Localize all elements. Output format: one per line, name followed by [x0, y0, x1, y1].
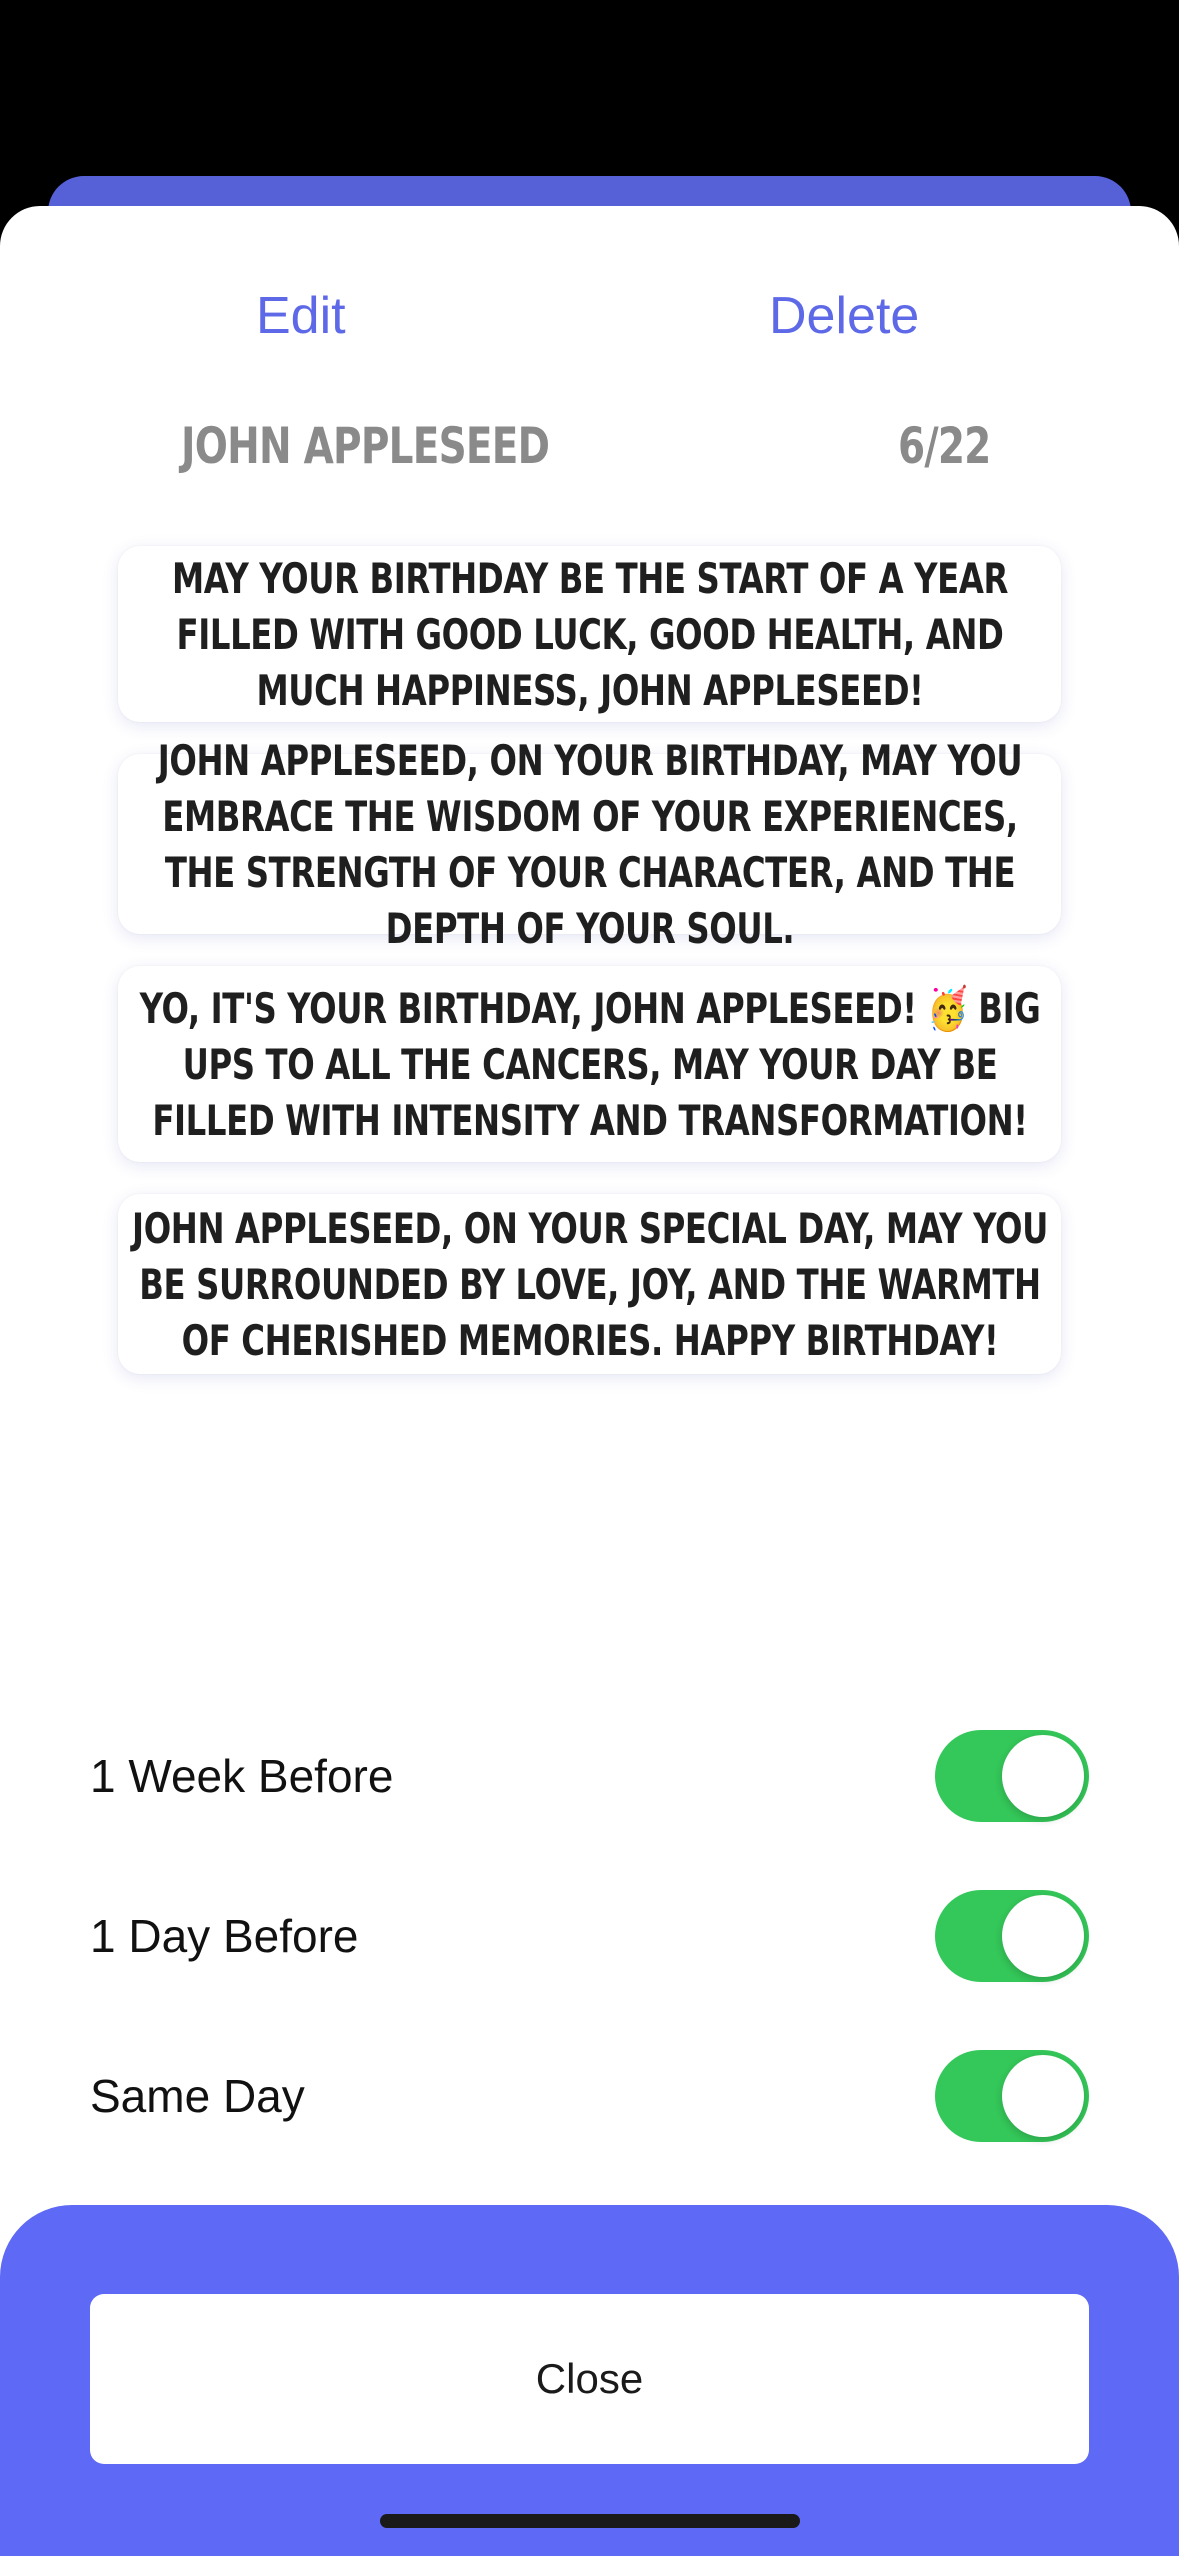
birthday-date: 6/22 [898, 417, 991, 475]
close-button[interactable]: Close [90, 2294, 1089, 2464]
wish-list: MAY YOUR BIRTHDAY BE THE START OF A YEAR… [118, 546, 1061, 1406]
reminder-label: 1 Week Before [90, 1750, 394, 1802]
wish-card[interactable]: YO, IT'S YOUR BIRTHDAY, JOHN APPLESEED! … [118, 966, 1061, 1162]
toggle-knob [1002, 1735, 1084, 1817]
reminder-settings: 1 Week Before 1 Day Before Same Day [0, 1696, 1179, 2176]
wish-text: JOHN APPLESEED, ON YOUR SPECIAL DAY, MAY… [131, 1204, 1048, 1365]
wish-card[interactable]: JOHN APPLESEED, ON YOUR BIRTHDAY, MAY YO… [118, 736, 1061, 953]
toggle-knob [1002, 2055, 1084, 2137]
contact-header: JOHN APPLESEED 6/22 [0, 406, 1179, 486]
contact-name: JOHN APPLESEED [181, 417, 550, 475]
week-before-toggle[interactable] [935, 1730, 1089, 1822]
wish-text: YO, IT'S YOUR BIRTHDAY, JOHN APPLESEED! … [139, 984, 1040, 1145]
same-day-toggle[interactable] [935, 2050, 1089, 2142]
home-indicator[interactable] [380, 2514, 800, 2528]
reminder-label: 1 Day Before [90, 1910, 359, 1962]
footer-panel: Close [0, 2205, 1179, 2556]
reminder-row-day: 1 Day Before [0, 1856, 1179, 2016]
edit-button[interactable]: Edit [256, 276, 346, 356]
day-before-toggle[interactable] [935, 1890, 1089, 1982]
reminder-row-same-day: Same Day [0, 2016, 1179, 2176]
reminder-label: Same Day [90, 2070, 305, 2122]
wish-card[interactable]: JOHN APPLESEED, ON YOUR SPECIAL DAY, MAY… [118, 1194, 1061, 1374]
contact-detail-sheet: Edit Delete JOHN APPLESEED 6/22 MAY YOUR… [0, 206, 1179, 2556]
sheet-actions: Edit Delete [0, 276, 1179, 356]
screen: Edit Delete JOHN APPLESEED 6/22 MAY YOUR… [0, 0, 1179, 2556]
reminder-row-week: 1 Week Before [0, 1696, 1179, 1856]
wish-card[interactable]: MAY YOUR BIRTHDAY BE THE START OF A YEAR… [118, 546, 1061, 722]
toggle-knob [1002, 1895, 1084, 1977]
wish-text: JOHN APPLESEED, ON YOUR BIRTHDAY, MAY YO… [157, 736, 1022, 953]
wish-text: MAY YOUR BIRTHDAY BE THE START OF A YEAR… [171, 554, 1008, 715]
delete-button[interactable]: Delete [769, 276, 919, 356]
